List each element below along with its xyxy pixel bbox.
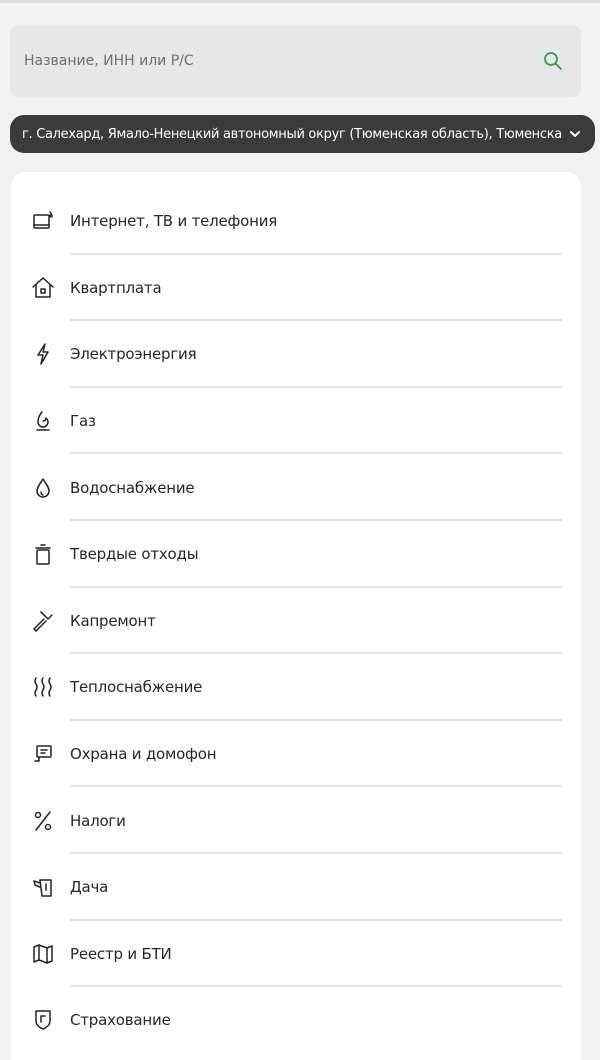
region-label: г. Салехард, Ямало-Ненецкий автономный о… bbox=[22, 126, 563, 142]
tv-icon bbox=[29, 207, 57, 235]
map-icon bbox=[29, 940, 57, 968]
category-label: Твердые отходы bbox=[70, 545, 199, 564]
trash-can-icon bbox=[29, 540, 57, 568]
category-item-overhaul[interactable]: Капремонт bbox=[11, 588, 581, 655]
category-item-security[interactable]: Охрана и домофон bbox=[11, 721, 581, 788]
top-divider bbox=[0, 0, 600, 3]
category-label: Водоснабжение bbox=[70, 478, 195, 497]
flame-icon bbox=[29, 407, 57, 435]
search-bar[interactable] bbox=[10, 25, 581, 97]
category-label: Страхование bbox=[70, 1011, 171, 1030]
category-item-internet[interactable]: Интернет, ТВ и телефония bbox=[11, 188, 581, 255]
intercom-icon bbox=[29, 740, 57, 768]
watering-can-icon bbox=[29, 873, 57, 901]
hammer-icon bbox=[29, 607, 57, 635]
water-drop-icon bbox=[29, 474, 57, 502]
category-item-dacha[interactable]: Дача bbox=[11, 854, 581, 921]
category-label: Охрана и домофон bbox=[70, 745, 217, 764]
category-item-waste[interactable]: Твердые отходы bbox=[11, 521, 581, 588]
category-label: Капремонт bbox=[70, 611, 156, 630]
category-label: Дача bbox=[70, 878, 109, 897]
categories-list: Интернет, ТВ и телефония Квартплата Элек… bbox=[11, 172, 581, 1060]
category-item-gas[interactable]: Газ bbox=[11, 388, 581, 455]
search-icon[interactable] bbox=[542, 50, 564, 72]
search-input[interactable] bbox=[24, 53, 504, 69]
category-label: Газ bbox=[70, 412, 96, 431]
category-label: Квартплата bbox=[70, 278, 162, 297]
house-icon bbox=[29, 274, 57, 302]
category-item-water[interactable]: Водоснабжение bbox=[11, 454, 581, 521]
shield-icon bbox=[29, 1006, 57, 1034]
category-item-taxes[interactable]: Налоги bbox=[11, 787, 581, 854]
category-item-insurance[interactable]: Страхование bbox=[11, 987, 581, 1054]
category-label: Теплоснабжение bbox=[70, 678, 203, 697]
category-label: Электроэнергия bbox=[70, 345, 197, 364]
region-selector[interactable]: г. Салехард, Ямало-Ненецкий автономный о… bbox=[10, 115, 595, 153]
category-label: Налоги bbox=[70, 811, 126, 830]
lightning-icon bbox=[29, 340, 57, 368]
category-item-rent[interactable]: Квартплата bbox=[11, 255, 581, 322]
heat-waves-icon bbox=[29, 673, 57, 701]
category-item-electricity[interactable]: Электроэнергия bbox=[11, 321, 581, 388]
chevron-down-icon bbox=[569, 127, 583, 141]
category-item-heating[interactable]: Теплоснабжение bbox=[11, 654, 581, 721]
category-item-registry[interactable]: Реестр и БТИ bbox=[11, 921, 581, 988]
percent-icon bbox=[29, 807, 57, 835]
category-label: Реестр и БТИ bbox=[70, 944, 172, 963]
category-label: Интернет, ТВ и телефония bbox=[70, 212, 278, 231]
